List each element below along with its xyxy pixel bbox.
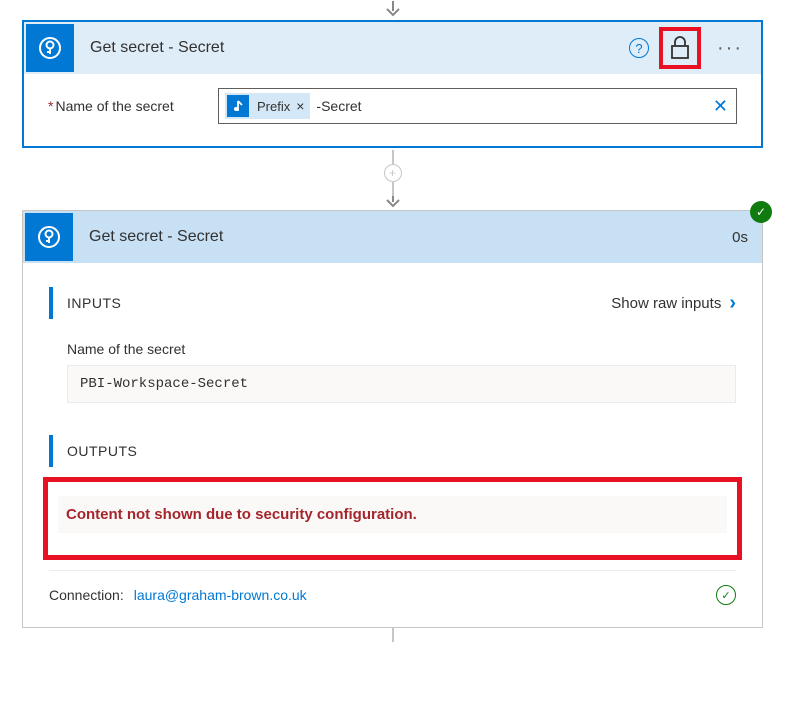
field-label: Name of the secret [67, 341, 736, 357]
action-card-run-result: ✓ Get secret - Secret 0s INPUTS Show raw… [22, 210, 763, 628]
dynamic-content-token[interactable]: Prefix × [225, 93, 310, 119]
flow-connector: + [0, 150, 785, 210]
connection-link[interactable]: laura@graham-brown.co.uk [134, 587, 307, 603]
chevron-right-icon: › [729, 292, 736, 315]
card-body: *Name of the secret Prefix × -Secret ✕ [24, 74, 761, 146]
keyvault-icon [26, 24, 74, 72]
token-icon [227, 95, 249, 117]
card-header[interactable]: Get secret - Secret ? ··· [24, 22, 761, 74]
outputs-section-header: OUTPUTS [49, 435, 736, 467]
token-label: Prefix [251, 99, 294, 114]
token-remove-icon[interactable]: × [294, 98, 310, 114]
help-icon[interactable]: ? [629, 38, 649, 58]
input-text-suffix: -Secret [316, 98, 361, 114]
security-message-highlight: Content not shown due to security config… [43, 477, 742, 560]
card-title: Get secret - Secret [89, 228, 718, 246]
flow-connector-bottom [0, 628, 785, 642]
secure-settings-button[interactable] [659, 27, 701, 69]
duration-label: 0s [718, 229, 762, 246]
connection-ok-icon: ✓ [716, 585, 736, 605]
field-label: *Name of the secret [48, 98, 218, 114]
clear-input-icon[interactable]: ✕ [713, 96, 728, 117]
lock-icon [669, 35, 691, 61]
success-badge-icon: ✓ [750, 201, 772, 223]
more-menu-icon[interactable]: ··· [711, 37, 749, 60]
input-field-block: Name of the secret PBI-Workspace-Secret [67, 341, 736, 403]
card-title: Get secret - Secret [90, 39, 629, 57]
connection-label: Connection: [49, 587, 124, 603]
field-value: PBI-Workspace-Secret [67, 365, 736, 403]
card-body: INPUTS Show raw inputs › Name of the sec… [23, 263, 762, 627]
security-message: Content not shown due to security config… [58, 496, 727, 533]
add-step-icon[interactable]: + [384, 164, 402, 182]
action-card-editor: Get secret - Secret ? ··· *Name of the s… [22, 20, 763, 148]
connection-row: Connection: laura@graham-brown.co.uk ✓ [49, 570, 736, 609]
section-title: INPUTS [67, 287, 611, 319]
flow-arrow-top [0, 0, 785, 20]
card-header[interactable]: Get secret - Secret 0s [23, 211, 762, 263]
section-title: OUTPUTS [67, 435, 736, 467]
show-raw-inputs-button[interactable]: Show raw inputs › [611, 292, 736, 315]
keyvault-icon [25, 213, 73, 261]
secret-name-input[interactable]: Prefix × -Secret ✕ [218, 88, 737, 124]
inputs-section-header: INPUTS Show raw inputs › [49, 287, 736, 319]
